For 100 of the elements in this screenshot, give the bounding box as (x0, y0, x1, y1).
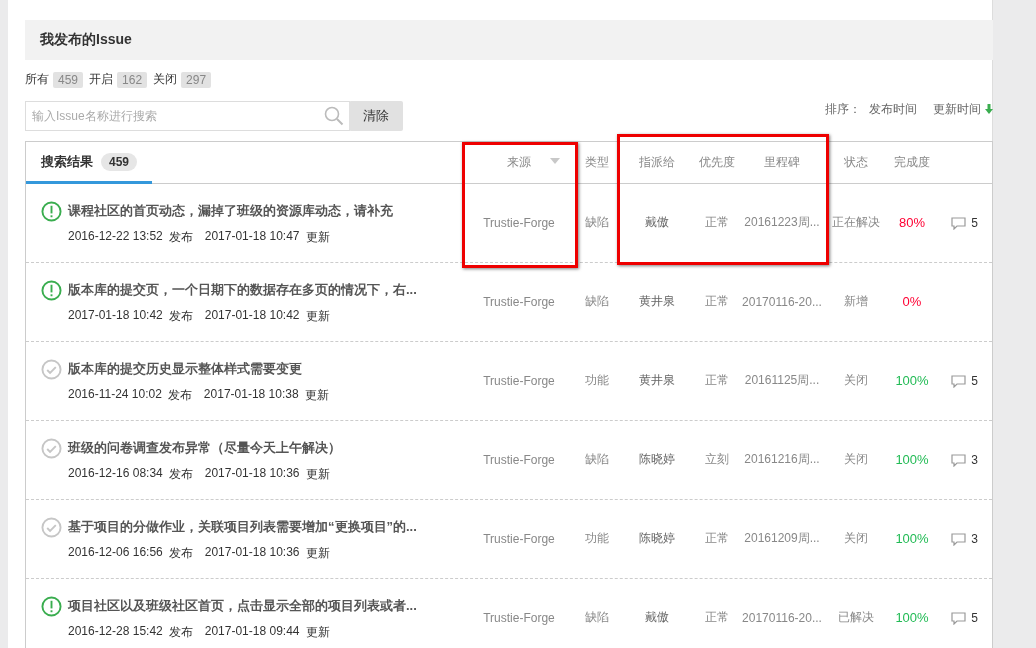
update-time: 2017-01-18 10:36 (204, 465, 300, 482)
update-time: 2017-01-18 10:47 (204, 228, 300, 245)
status-cell-text: 关闭 (843, 530, 869, 547)
publish-label: 发布 (168, 623, 193, 641)
publish-label: 发布 (168, 544, 193, 562)
exclamation-circle-icon (41, 279, 62, 301)
source-cell-text: Trustie-Forge (482, 215, 556, 230)
comment-icon[interactable] (951, 532, 967, 546)
column-header: 完成度 (893, 154, 931, 171)
source-cell-text: Trustie-Forge (482, 373, 556, 388)
milestone-cell-text: 20170116-20... (741, 610, 823, 625)
results-tab[interactable]: 搜索结果 459 (26, 142, 153, 184)
publish-label: 发布 (168, 465, 193, 483)
publish-time: 2016-12-28 15:42 (68, 623, 163, 640)
milestone-cell-text: 20161216周... (743, 451, 821, 468)
progress-cell: 100% (895, 373, 929, 388)
issue-title[interactable]: 基于项目的分做作业，关联项目列表需要增加“更换项目”的... (68, 518, 417, 536)
status-cell-text: 正在解决 (831, 214, 881, 231)
priority-cell-text: 立刻 (703, 451, 730, 468)
update-label: 更新 (305, 544, 330, 562)
assignee-cell-text: 陈晓婷 (637, 451, 676, 468)
publish-time: 2016-12-16 08:34 (68, 465, 163, 482)
source-cell-text: Trustie-Forge (482, 610, 556, 625)
priority-cell-text: 正常 (703, 214, 730, 231)
issue-title[interactable]: 项目社区以及班级社区首页，点击显示全部的项目列表或者... (68, 597, 417, 615)
count-badge: 162 (117, 71, 148, 88)
filter-label[interactable]: 所有 (25, 71, 49, 88)
tab-label: 搜索结果 (41, 152, 93, 171)
clear-button[interactable]: 清除 (349, 101, 403, 131)
status-cell-text: 关闭 (843, 451, 869, 468)
publish-time: 2016-11-24 10:02 (68, 386, 162, 403)
assignee-cell-text: 黄井泉 (637, 372, 676, 389)
publish-label: 发布 (168, 307, 193, 325)
priority-cell-text: 正常 (703, 293, 730, 310)
comment-icon[interactable] (951, 374, 967, 388)
milestone-cell-text: 20161125周... (743, 372, 821, 389)
issue-title[interactable]: 班级的问卷调查发布异常（尽量今天上午解决） (68, 439, 341, 457)
sort-option[interactable]: 更新时间 (933, 100, 993, 118)
column-header: 里程碑 (763, 154, 801, 171)
type-cell-text: 功能 (583, 372, 610, 389)
update-label: 更新 (305, 623, 330, 641)
update-label: 更新 (305, 228, 330, 246)
source-cell-text: Trustie-Forge (482, 531, 556, 546)
update-label: 更新 (305, 307, 330, 325)
assignee-cell-text: 黄井泉 (637, 293, 676, 310)
comment-icon[interactable] (951, 216, 967, 230)
status-cell-text: 已解决 (837, 609, 875, 626)
issue-title[interactable]: 版本库的提交历史显示整体样式需要变更 (68, 360, 302, 378)
update-time: 2017-01-18 09:44 (204, 623, 300, 640)
check-circle-icon (41, 437, 62, 459)
column-header: 状态 (843, 154, 869, 171)
update-label: 更新 (304, 386, 329, 404)
comment-count: 5 (971, 216, 978, 230)
status-cell-text: 关闭 (843, 372, 869, 389)
comment-count: 5 (971, 374, 978, 388)
update-label: 更新 (305, 465, 330, 483)
issue-title[interactable]: 课程社区的首页动态，漏掉了班级的资源库动态，请补充 (68, 202, 393, 220)
count-badge: 297 (181, 71, 212, 88)
sort-option[interactable]: 发布时间 (869, 100, 917, 118)
comment-count: 3 (971, 453, 978, 467)
milestone-cell-text: 20161223周... (743, 214, 821, 231)
search-field[interactable]: 输入Issue名称进行搜索 (25, 101, 350, 131)
assignee-cell-text: 陈晓婷 (637, 530, 676, 547)
comment-icon[interactable] (951, 611, 967, 625)
type-cell-text: 缺陷 (583, 451, 610, 468)
column-header: 优先度 (697, 154, 736, 171)
priority-cell-text: 正常 (703, 530, 730, 547)
type-cell-text: 缺陷 (583, 214, 610, 231)
column-header: 类型 (583, 154, 610, 171)
assignee-cell-text: 戴傲 (643, 214, 670, 231)
publish-label: 发布 (168, 228, 193, 246)
filter-label[interactable]: 开启 (89, 71, 114, 88)
milestone-cell-text: 20170116-20... (741, 294, 823, 309)
comment-count: 3 (971, 532, 978, 546)
progress-cell: 100% (895, 452, 929, 467)
progress-cell: 100% (895, 610, 929, 625)
column-header[interactable]: 来源 (464, 154, 574, 171)
update-time: 2017-01-18 10:36 (204, 544, 300, 561)
source-cell-text: Trustie-Forge (482, 294, 556, 309)
down-arrow-icon (985, 104, 993, 114)
milestone-cell-text: 20161209周... (743, 530, 821, 547)
type-cell-text: 功能 (583, 530, 610, 547)
check-circle-icon (41, 358, 62, 380)
exclamation-circle-icon (41, 595, 62, 617)
status-cell-text: 新增 (843, 293, 869, 310)
column-header: 指派给 (637, 154, 676, 171)
filter-label[interactable]: 关闭 (153, 71, 178, 88)
caret-icon[interactable] (550, 158, 560, 164)
progress-cell: 80% (899, 215, 925, 230)
update-time: 2017-01-18 10:42 (204, 307, 300, 324)
comment-icon[interactable] (951, 453, 967, 467)
source-cell-text: Trustie-Forge (482, 452, 556, 467)
assignee-cell-text: 戴傲 (643, 609, 670, 626)
comment-count: 5 (971, 611, 978, 625)
type-cell-text: 缺陷 (583, 609, 610, 626)
sort-label: 排序： (825, 100, 861, 118)
count-badge: 459 (53, 71, 84, 88)
issue-title[interactable]: 版本库的提交页，一个日期下的数据存在多页的情况下，右... (68, 281, 417, 299)
page-title: 我发布的Issue (40, 31, 132, 49)
publish-time: 2017-01-18 10:42 (68, 307, 163, 324)
